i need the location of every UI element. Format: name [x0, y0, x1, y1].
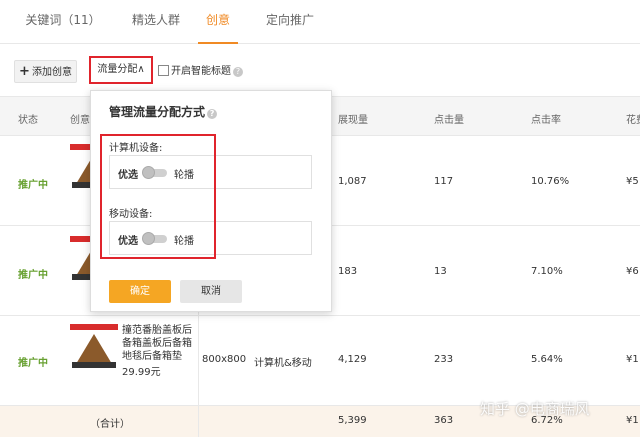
- header-cost[interactable]: 花费: [626, 111, 640, 126]
- help-icon[interactable]: ?: [207, 109, 218, 119]
- smart-title-toggle[interactable]: 开启智能标题?: [158, 62, 243, 77]
- row-cost: ¥5: [626, 176, 639, 187]
- row-ctr: 10.76%: [531, 176, 570, 187]
- plus-icon: +: [19, 64, 30, 79]
- tab-audience[interactable]: 精选人群: [124, 0, 188, 44]
- row-cost: ¥1: [626, 354, 639, 365]
- popup-title: 管理流量分配方式?: [109, 103, 218, 120]
- header-clicks[interactable]: 点击量: [434, 111, 464, 126]
- row-clicks: 13: [434, 266, 447, 277]
- tab-targeting[interactable]: 定向推广: [258, 0, 322, 44]
- row-clicks: 117: [434, 176, 454, 187]
- cancel-button[interactable]: 取消: [180, 280, 242, 303]
- highlight-box: [100, 134, 216, 259]
- table-row: 推广中 撞范番胎盖板后备箱盖板后备箱地毯后备箱垫 29.99元 800x800 …: [0, 316, 640, 406]
- header-status: 状态: [18, 115, 38, 126]
- header-creative: 创意: [70, 115, 90, 126]
- row-ctr: 5.64%: [531, 354, 563, 365]
- row-status: 推广中: [18, 270, 48, 281]
- row-clicks: 233: [434, 354, 454, 365]
- creative-title[interactable]: 撞范番胎盖板后备箱盖板后备箱地毯后备箱垫: [122, 324, 194, 363]
- smart-title-label: 开启智能标题: [171, 66, 231, 77]
- total-label: （合计）: [90, 419, 130, 430]
- creative-price: 29.99元: [122, 367, 161, 378]
- row-device: 计算机&移动: [254, 358, 312, 369]
- row-size: 800x800: [202, 354, 247, 365]
- confirm-button[interactable]: 确定: [109, 280, 171, 303]
- add-creative-button[interactable]: + 添加创意: [14, 60, 77, 83]
- smart-title-checkbox[interactable]: [158, 65, 169, 76]
- row-cost: ¥6: [626, 266, 639, 277]
- creative-thumbnail[interactable]: [70, 324, 118, 370]
- total-clicks: 363: [434, 415, 454, 426]
- row-status: 推广中: [18, 358, 48, 369]
- row-impressions: 4,129: [338, 354, 367, 365]
- total-impressions: 5,399: [338, 415, 367, 426]
- traffic-allocation-button[interactable]: 流量分配∧: [89, 56, 153, 84]
- header-impressions[interactable]: 展现量: [338, 111, 368, 126]
- row-ctr: 7.10%: [531, 266, 563, 277]
- tab-creative[interactable]: 创意: [198, 0, 238, 44]
- tab-bar: 关键词（11） 精选人群 创意 定向推广: [0, 0, 640, 44]
- help-icon[interactable]: ?: [233, 67, 243, 77]
- row-status: 推广中: [18, 180, 48, 191]
- traffic-allocation-popup: 管理流量分配方式? 计算机设备: 优选 轮播 移动设备: 优选 轮播 确定 取消: [90, 90, 332, 312]
- row-impressions: 1,087: [338, 176, 367, 187]
- popup-title-text: 管理流量分配方式: [109, 105, 206, 119]
- header-ctr[interactable]: 点击率: [531, 111, 561, 126]
- tab-keywords[interactable]: 关键词（11）: [20, 0, 106, 44]
- watermark: 知乎 @电商瑞风: [480, 400, 590, 418]
- add-creative-label: 添加创意: [31, 67, 72, 78]
- row-impressions: 183: [338, 266, 358, 277]
- total-cost: ¥1: [626, 415, 639, 426]
